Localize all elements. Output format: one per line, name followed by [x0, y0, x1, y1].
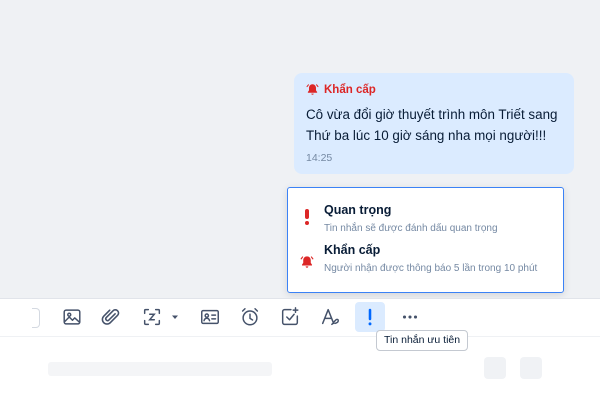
contact-card-icon[interactable] [195, 302, 225, 332]
message-input[interactable] [48, 362, 272, 376]
image-icon[interactable] [57, 302, 87, 332]
screenshot-icon[interactable] [137, 302, 167, 332]
priority-option-urgent-description: Người nhận được thông báo 5 lần trong 10… [324, 263, 538, 274]
message-time: 14:25 [306, 152, 333, 164]
priority-option-urgent[interactable]: Khẩn cấp Người nhận được thông báo 5 lần… [288, 241, 563, 287]
message-bubble[interactable]: Khẩn cấp Cô vừa đổi giờ thuyết trình môn… [294, 73, 574, 174]
text-format-icon[interactable] [315, 302, 345, 332]
priority-menu: Quan trọng Tin nhắn sẽ được đánh dấu qua… [287, 187, 564, 293]
chat-area: Khẩn cấp Cô vừa đổi giờ thuyết trình môn… [0, 0, 600, 298]
composer [0, 337, 600, 400]
priority-option-important-title: Quan trọng [324, 203, 392, 217]
composer-toolbar [0, 298, 600, 336]
priority-option-important[interactable]: Quan trọng Tin nhắn sẽ được đánh dấu qua… [288, 196, 563, 242]
more-icon[interactable] [395, 302, 425, 332]
paperclip-icon[interactable] [96, 302, 126, 332]
urgent-tag-label: Khẩn cấp [324, 83, 376, 96]
task-icon[interactable] [275, 302, 305, 332]
tooltip: Tin nhắn ưu tiên [376, 330, 469, 351]
message-line-2: Thứ ba lúc 10 giờ sáng nha mọi người!!! [306, 128, 547, 143]
priority-option-important-description: Tin nhắn sẽ được đánh dấu quan trọng [324, 223, 498, 234]
bell-icon [300, 253, 314, 271]
priority-icon[interactable] [355, 302, 385, 332]
chevron-down-icon[interactable] [170, 312, 180, 322]
bell-icon [306, 84, 319, 95]
toolbar-scroll-edge[interactable] [32, 308, 40, 328]
send-button[interactable] [520, 357, 542, 379]
message-line-1: Cô vừa đổi giờ thuyết trình môn Triết sa… [306, 107, 558, 122]
priority-option-urgent-title: Khẩn cấp [324, 243, 381, 257]
urgent-tag: Khẩn cấp [306, 83, 562, 96]
message-text: Cô vừa đổi giờ thuyết trình môn Triết sa… [306, 104, 562, 146]
emoji-button[interactable] [484, 357, 506, 379]
exclamation-icon [300, 208, 314, 226]
alarm-clock-icon[interactable] [235, 302, 265, 332]
